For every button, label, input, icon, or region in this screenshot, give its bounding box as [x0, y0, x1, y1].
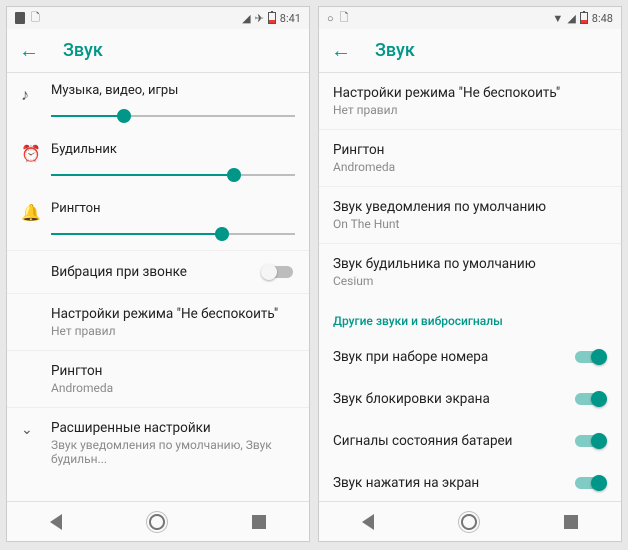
- ring-volume-slider[interactable]: [51, 222, 295, 246]
- row-subtitle: Andromeda: [333, 160, 607, 174]
- slider-ring: 🔔 Рингтон: [7, 191, 309, 250]
- battery-sound-switch[interactable]: [573, 432, 607, 450]
- row-title: Расширенные настройки: [51, 420, 295, 436]
- page-title: Звук: [63, 40, 103, 61]
- row-subtitle: Andromeda: [51, 381, 295, 395]
- wifi-icon: ▼: [552, 12, 563, 25]
- toggle-label: Звук нажатия на экран: [333, 475, 573, 491]
- alarm-volume-slider[interactable]: [51, 163, 295, 187]
- ringtone-row[interactable]: Рингтон Andromeda: [319, 129, 621, 186]
- advanced-settings-row[interactable]: ⌄ Расширенные настройки Звук уведомления…: [7, 407, 309, 478]
- toggle-label: Звук блокировки экрана: [333, 391, 573, 407]
- row-subtitle: Звук уведомления по умолчанию, Звук буди…: [51, 438, 295, 466]
- section-header: Другие звуки и вибросигналы: [319, 300, 621, 336]
- status-time: 8:41: [280, 12, 301, 25]
- lock-sound-row[interactable]: Звук блокировки экрана: [319, 378, 621, 420]
- dial-sound-switch[interactable]: [573, 348, 607, 366]
- battery-icon: [580, 12, 588, 24]
- status-time: 8:48: [592, 12, 613, 25]
- nav-recents-button[interactable]: [252, 515, 266, 529]
- slider-label: Рингтон: [51, 201, 295, 216]
- nav-bar: [319, 501, 621, 541]
- row-title: Рингтон: [333, 142, 607, 158]
- status-bar: 🗋 ◢ ✈ 8:41: [7, 7, 309, 29]
- back-arrow-icon[interactable]: ←: [19, 38, 39, 63]
- page-title: Звук: [375, 40, 415, 61]
- row-subtitle: On The Hunt: [333, 217, 607, 231]
- settings-list[interactable]: ♪ Музыка, видео, игры ⏰ Будильник 🔔 Ринг…: [7, 73, 309, 501]
- sim-icon: [15, 12, 25, 24]
- row-title: Настройки режима "Не беспокоить": [51, 306, 295, 322]
- row-title: Звук будильника по умолчанию: [333, 256, 607, 272]
- alarm-sound-row[interactable]: Звук будильника по умолчанию Cesium: [319, 243, 621, 300]
- battery-icon: [268, 12, 276, 24]
- row-title: Рингтон: [51, 363, 295, 379]
- bell-icon: 🔔: [21, 201, 51, 222]
- alarm-clock-icon: ⏰: [21, 142, 51, 163]
- signal-icon: ◢: [567, 12, 575, 25]
- row-title: Звук уведомления по умолчанию: [333, 199, 607, 215]
- vibrate-switch[interactable]: [261, 263, 295, 281]
- phone-right: ○ 🗋 ▼ ◢ 8:48 ← Звук Настройки режима "Не…: [318, 6, 622, 542]
- notification-icon: ○: [327, 12, 334, 25]
- notification-sound-row[interactable]: Звук уведомления по умолчанию On The Hun…: [319, 186, 621, 243]
- nav-home-button[interactable]: [149, 514, 165, 530]
- lock-sound-switch[interactable]: [573, 390, 607, 408]
- phone-left: 🗋 ◢ ✈ 8:41 ← Звук ♪ Музыка, видео, игры …: [6, 6, 310, 542]
- slider-alarm: ⏰ Будильник: [7, 132, 309, 191]
- media-volume-slider[interactable]: [51, 104, 295, 128]
- toggle-label: Вибрация при звонке: [51, 264, 261, 280]
- touch-sound-switch[interactable]: [573, 474, 607, 492]
- music-note-icon: ♪: [21, 83, 51, 105]
- nav-back-button[interactable]: [50, 514, 62, 530]
- header: ← Звук: [7, 29, 309, 73]
- vibrate-on-ring-row[interactable]: Вибрация при звонке: [7, 250, 309, 293]
- nav-back-button[interactable]: [362, 514, 374, 530]
- no-signal-icon: ◢: [242, 12, 250, 25]
- settings-list[interactable]: Настройки режима "Не беспокоить" Нет пра…: [319, 73, 621, 501]
- battery-icon-small: 🗋: [31, 9, 40, 28]
- dnd-settings-row[interactable]: Настройки режима "Не беспокоить" Нет пра…: [319, 73, 621, 129]
- dial-sound-row[interactable]: Звук при наборе номера: [319, 336, 621, 378]
- toggle-label: Звук при наборе номера: [333, 349, 573, 365]
- header: ← Звук: [319, 29, 621, 73]
- airplane-icon: ✈: [255, 12, 264, 25]
- slider-media: ♪ Музыка, видео, игры: [7, 73, 309, 132]
- row-subtitle: Cesium: [333, 274, 607, 288]
- row-title: Настройки режима "Не беспокоить": [333, 85, 607, 101]
- touch-sound-row[interactable]: Звук нажатия на экран: [319, 462, 621, 501]
- chevron-down-icon: ⌄: [21, 420, 51, 438]
- nav-home-button[interactable]: [461, 514, 477, 530]
- slider-label: Будильник: [51, 142, 295, 157]
- battery-sound-row[interactable]: Сигналы состояния батареи: [319, 420, 621, 462]
- row-subtitle: Нет правил: [51, 324, 295, 338]
- status-bar: ○ 🗋 ▼ ◢ 8:48: [319, 7, 621, 29]
- nav-bar: [7, 501, 309, 541]
- dnd-settings-row[interactable]: Настройки режима "Не беспокоить" Нет пра…: [7, 293, 309, 350]
- row-subtitle: Нет правил: [333, 103, 607, 117]
- slider-label: Музыка, видео, игры: [51, 83, 295, 98]
- card-icon: 🗋: [340, 9, 349, 28]
- ringtone-row[interactable]: Рингтон Andromeda: [7, 350, 309, 407]
- nav-recents-button[interactable]: [564, 515, 578, 529]
- toggle-label: Сигналы состояния батареи: [333, 433, 573, 449]
- back-arrow-icon[interactable]: ←: [331, 38, 351, 63]
